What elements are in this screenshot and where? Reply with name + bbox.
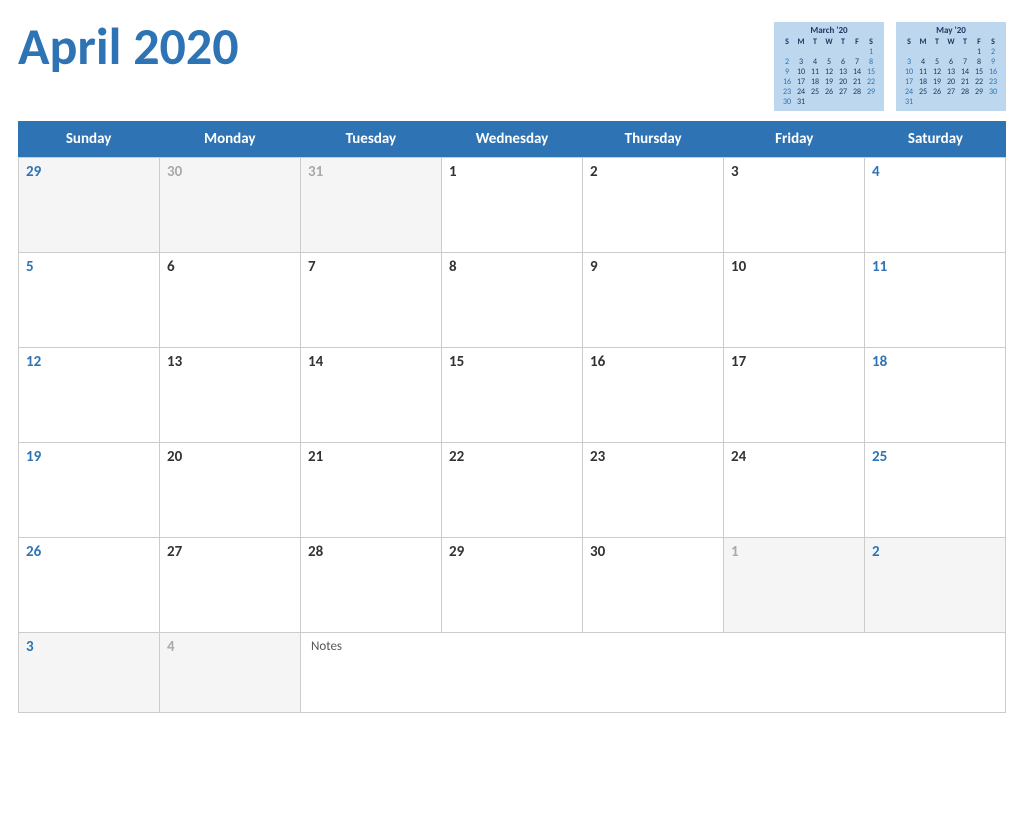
header-wednesday: Wednesday bbox=[441, 121, 582, 157]
day-number: 15 bbox=[449, 353, 575, 371]
day-cell: 3 bbox=[724, 158, 865, 253]
day-number: 25 bbox=[872, 448, 998, 466]
mini-cal-title-may: May '20 bbox=[902, 25, 1000, 36]
day-cell-notes-1: 4 bbox=[160, 633, 301, 713]
day-number: 30 bbox=[590, 543, 716, 561]
day-number: 4 bbox=[167, 638, 293, 656]
day-cell: 8 bbox=[442, 253, 583, 348]
day-number: 21 bbox=[308, 448, 434, 466]
day-number: 7 bbox=[308, 258, 434, 276]
day-number: 8 bbox=[449, 258, 575, 276]
day-number: 9 bbox=[590, 258, 716, 276]
page-title: April 2020 bbox=[18, 18, 239, 75]
day-cell: 20 bbox=[160, 443, 301, 538]
week-row-0: 29 30 31 1234 bbox=[19, 158, 1006, 253]
day-number: 14 bbox=[308, 353, 434, 371]
notes-row: 34 Notes bbox=[19, 633, 1006, 713]
day-cell: 29 bbox=[19, 158, 160, 253]
day-number: 17 bbox=[731, 353, 857, 371]
calendar-body: 2930311234567891011121314151617181920212… bbox=[18, 157, 1006, 713]
day-cell: 22 bbox=[442, 443, 583, 538]
day-cell: 19 bbox=[19, 443, 160, 538]
day-number: 13 bbox=[167, 353, 293, 371]
day-cell: 17 bbox=[724, 348, 865, 443]
day-cell: 27 bbox=[160, 538, 301, 633]
notes-cell: Notes bbox=[301, 633, 1006, 713]
calendar-header: SundayMondayTuesdayWednesdayThursdayFrid… bbox=[18, 121, 1006, 157]
header-friday: Friday bbox=[724, 121, 865, 157]
day-cell: 12 bbox=[19, 348, 160, 443]
day-cell: 29 bbox=[442, 538, 583, 633]
mini-cal-march: March '20SMTWTFS123456789101112131415161… bbox=[774, 22, 884, 111]
day-number: 28 bbox=[308, 543, 434, 561]
calendar: SundayMondayTuesdayWednesdayThursdayFrid… bbox=[18, 121, 1006, 713]
day-cell: 6 bbox=[160, 253, 301, 348]
day-number: 24 bbox=[731, 448, 857, 466]
page-header: April 2020 March '20SMTWTFS1234567891011… bbox=[18, 18, 1006, 111]
day-cell: 11 bbox=[865, 253, 1006, 348]
day-cell: 21 bbox=[301, 443, 442, 538]
day-number: 5 bbox=[26, 258, 152, 276]
day-number: 22 bbox=[449, 448, 575, 466]
day-cell: 1 bbox=[442, 158, 583, 253]
day-cell: 24 bbox=[724, 443, 865, 538]
week-row-2: 12 13 14 15 16 17 18 bbox=[19, 348, 1006, 443]
day-cell: 4 bbox=[865, 158, 1006, 253]
day-number: 23 bbox=[590, 448, 716, 466]
day-cell: 2 bbox=[583, 158, 724, 253]
day-number: 31 bbox=[308, 163, 434, 181]
day-number: 30 bbox=[167, 163, 293, 181]
mini-cal-may: May '20SMTWTFS12345678910111213141516171… bbox=[896, 22, 1006, 111]
day-number: 27 bbox=[167, 543, 293, 561]
day-cell: 31 bbox=[301, 158, 442, 253]
day-number: 2 bbox=[590, 163, 716, 181]
day-number: 3 bbox=[731, 163, 857, 181]
week-row-3: 19 20 21 22 23 24 25 bbox=[19, 443, 1006, 538]
day-cell: 1 bbox=[724, 538, 865, 633]
day-number: 16 bbox=[590, 353, 716, 371]
day-number: 26 bbox=[26, 543, 152, 561]
header-sunday: Sunday bbox=[18, 121, 159, 157]
day-cell: 14 bbox=[301, 348, 442, 443]
day-number: 6 bbox=[167, 258, 293, 276]
week-row-4: 26 27 28 29 30 12 bbox=[19, 538, 1006, 633]
day-cell: 10 bbox=[724, 253, 865, 348]
day-cell: 13 bbox=[160, 348, 301, 443]
day-cell: 30 bbox=[160, 158, 301, 253]
day-number: 2 bbox=[872, 543, 998, 561]
header-saturday: Saturday bbox=[865, 121, 1006, 157]
day-cell: 23 bbox=[583, 443, 724, 538]
day-cell: 25 bbox=[865, 443, 1006, 538]
day-number: 11 bbox=[872, 258, 998, 276]
day-number: 29 bbox=[449, 543, 575, 561]
day-cell: 5 bbox=[19, 253, 160, 348]
mini-cal-title-march: March '20 bbox=[780, 25, 878, 36]
day-number: 1 bbox=[449, 163, 575, 181]
day-cell: 18 bbox=[865, 348, 1006, 443]
day-number: 10 bbox=[731, 258, 857, 276]
day-cell: 15 bbox=[442, 348, 583, 443]
mini-calendars: March '20SMTWTFS123456789101112131415161… bbox=[774, 22, 1006, 111]
header-monday: Monday bbox=[159, 121, 300, 157]
day-number: 19 bbox=[26, 448, 152, 466]
day-cell: 28 bbox=[301, 538, 442, 633]
day-cell: 7 bbox=[301, 253, 442, 348]
day-number: 12 bbox=[26, 353, 152, 371]
header-tuesday: Tuesday bbox=[300, 121, 441, 157]
day-number: 29 bbox=[26, 163, 152, 181]
day-cell: 2 bbox=[865, 538, 1006, 633]
header-thursday: Thursday bbox=[583, 121, 724, 157]
day-cell: 30 bbox=[583, 538, 724, 633]
day-number: 20 bbox=[167, 448, 293, 466]
day-cell: 16 bbox=[583, 348, 724, 443]
day-number: 3 bbox=[26, 638, 152, 656]
day-cell-notes-0: 3 bbox=[19, 633, 160, 713]
day-number: 4 bbox=[872, 163, 998, 181]
week-row-1: 56789 10 11 bbox=[19, 253, 1006, 348]
day-cell: 26 bbox=[19, 538, 160, 633]
day-number: 18 bbox=[872, 353, 998, 371]
day-cell: 9 bbox=[583, 253, 724, 348]
day-number: 1 bbox=[731, 543, 857, 561]
